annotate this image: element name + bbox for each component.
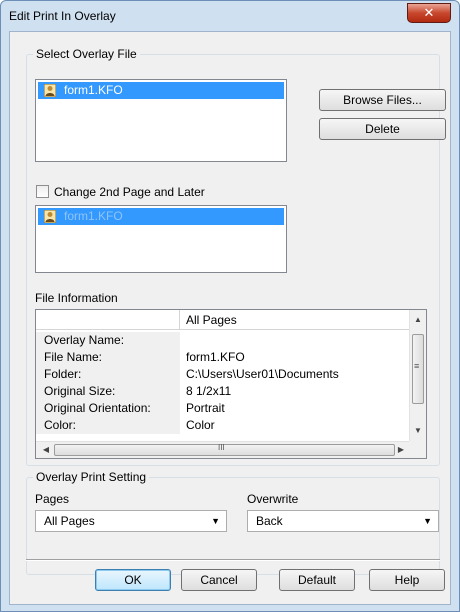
delete-button[interactable]: Delete: [319, 118, 446, 140]
cancel-button[interactable]: Cancel: [181, 569, 257, 591]
pages-select[interactable]: All Pages ▼: [35, 510, 227, 532]
table-row: Original Size: 8 1/2x11: [36, 383, 409, 400]
row-label: Folder:: [36, 366, 180, 383]
row-label: Original Size:: [36, 383, 180, 400]
file-information-grid[interactable]: All Pages Overlay Name: File Name: form1…: [35, 309, 427, 459]
vertical-scrollbar[interactable]: ▲ ≡ ▼: [409, 310, 426, 441]
table-row: Overlay Name:: [36, 332, 409, 349]
table-row: Folder: C:\Users\User01\Documents: [36, 366, 409, 383]
footer-separator: [26, 559, 440, 561]
table-row: Color: Color: [36, 417, 409, 434]
row-label: File Name:: [36, 349, 180, 366]
second-page-file-name: form1.KFO: [64, 209, 123, 223]
default-button[interactable]: Default: [279, 569, 355, 591]
user-icon: [44, 210, 56, 223]
ok-button[interactable]: OK: [95, 569, 171, 591]
help-button[interactable]: Help: [369, 569, 445, 591]
chevron-down-icon: ▼: [423, 516, 432, 526]
scroll-right-icon[interactable]: ▶: [393, 442, 409, 458]
window-title: Edit Print In Overlay: [9, 9, 116, 23]
grid-header-blank: [36, 310, 180, 330]
select-overlay-legend: Select Overlay File: [33, 47, 140, 61]
row-value: [180, 332, 186, 349]
horizontal-scrollbar[interactable]: ◀ III ▶: [36, 441, 409, 458]
pages-label: Pages: [35, 492, 70, 506]
overlay-file-list[interactable]: form1.KFO: [35, 79, 287, 162]
overwrite-label: Overwrite: [247, 492, 299, 506]
horizontal-scroll-thumb[interactable]: III: [54, 443, 395, 456]
scroll-corner: [409, 441, 426, 458]
table-row: File Name: form1.KFO: [36, 349, 409, 366]
row-label: Color:: [36, 417, 180, 434]
scroll-up-icon[interactable]: ▲: [410, 312, 426, 328]
pages-select-value: All Pages: [44, 514, 95, 528]
scroll-grip-icon: III: [218, 443, 225, 452]
user-icon: [44, 84, 56, 97]
close-icon: ✕: [423, 5, 435, 20]
change-second-page-checkbox[interactable]: [36, 185, 49, 198]
row-value: Portrait: [186, 401, 225, 415]
row-label: Original Orientation:: [36, 400, 180, 417]
overlay-file-name: form1.KFO: [64, 83, 123, 97]
vertical-scroll-thumb[interactable]: ≡: [412, 334, 424, 404]
row-value: Color: [186, 418, 215, 432]
scroll-left-icon[interactable]: ◀: [38, 442, 54, 458]
list-item[interactable]: form1.KFO: [38, 208, 284, 225]
row-value: 8 1/2x11: [186, 384, 232, 398]
chevron-down-icon: ▼: [211, 516, 220, 526]
row-value: C:\Users\User01\Documents: [186, 367, 339, 381]
browse-files-button[interactable]: Browse Files...: [319, 89, 446, 111]
overwrite-select-value: Back: [256, 514, 283, 528]
close-button[interactable]: ✕: [407, 3, 451, 23]
overwrite-select[interactable]: Back ▼: [247, 510, 439, 532]
scroll-down-icon[interactable]: ▼: [410, 423, 426, 439]
row-label: Overlay Name:: [36, 332, 180, 349]
file-information-label: File Information: [35, 291, 118, 305]
grid-header-all-pages: All Pages: [186, 313, 237, 327]
dialog-body: Select Overlay File form1.KFO Browse Fil…: [9, 31, 451, 605]
row-value: form1.KFO: [186, 350, 245, 364]
title-bar[interactable]: Edit Print In Overlay ✕: [1, 1, 459, 31]
scroll-grip-icon: ≡: [414, 361, 420, 371]
list-item[interactable]: form1.KFO: [38, 82, 284, 99]
overlay-print-setting-legend: Overlay Print Setting: [33, 470, 150, 484]
table-row: Original Orientation: Portrait: [36, 400, 409, 417]
second-page-file-list[interactable]: form1.KFO: [35, 205, 287, 273]
change-second-page-label[interactable]: Change 2nd Page and Later: [54, 185, 205, 199]
grid-header: All Pages: [36, 310, 409, 330]
dialog-window: Edit Print In Overlay ✕ Select Overlay F…: [0, 0, 460, 612]
